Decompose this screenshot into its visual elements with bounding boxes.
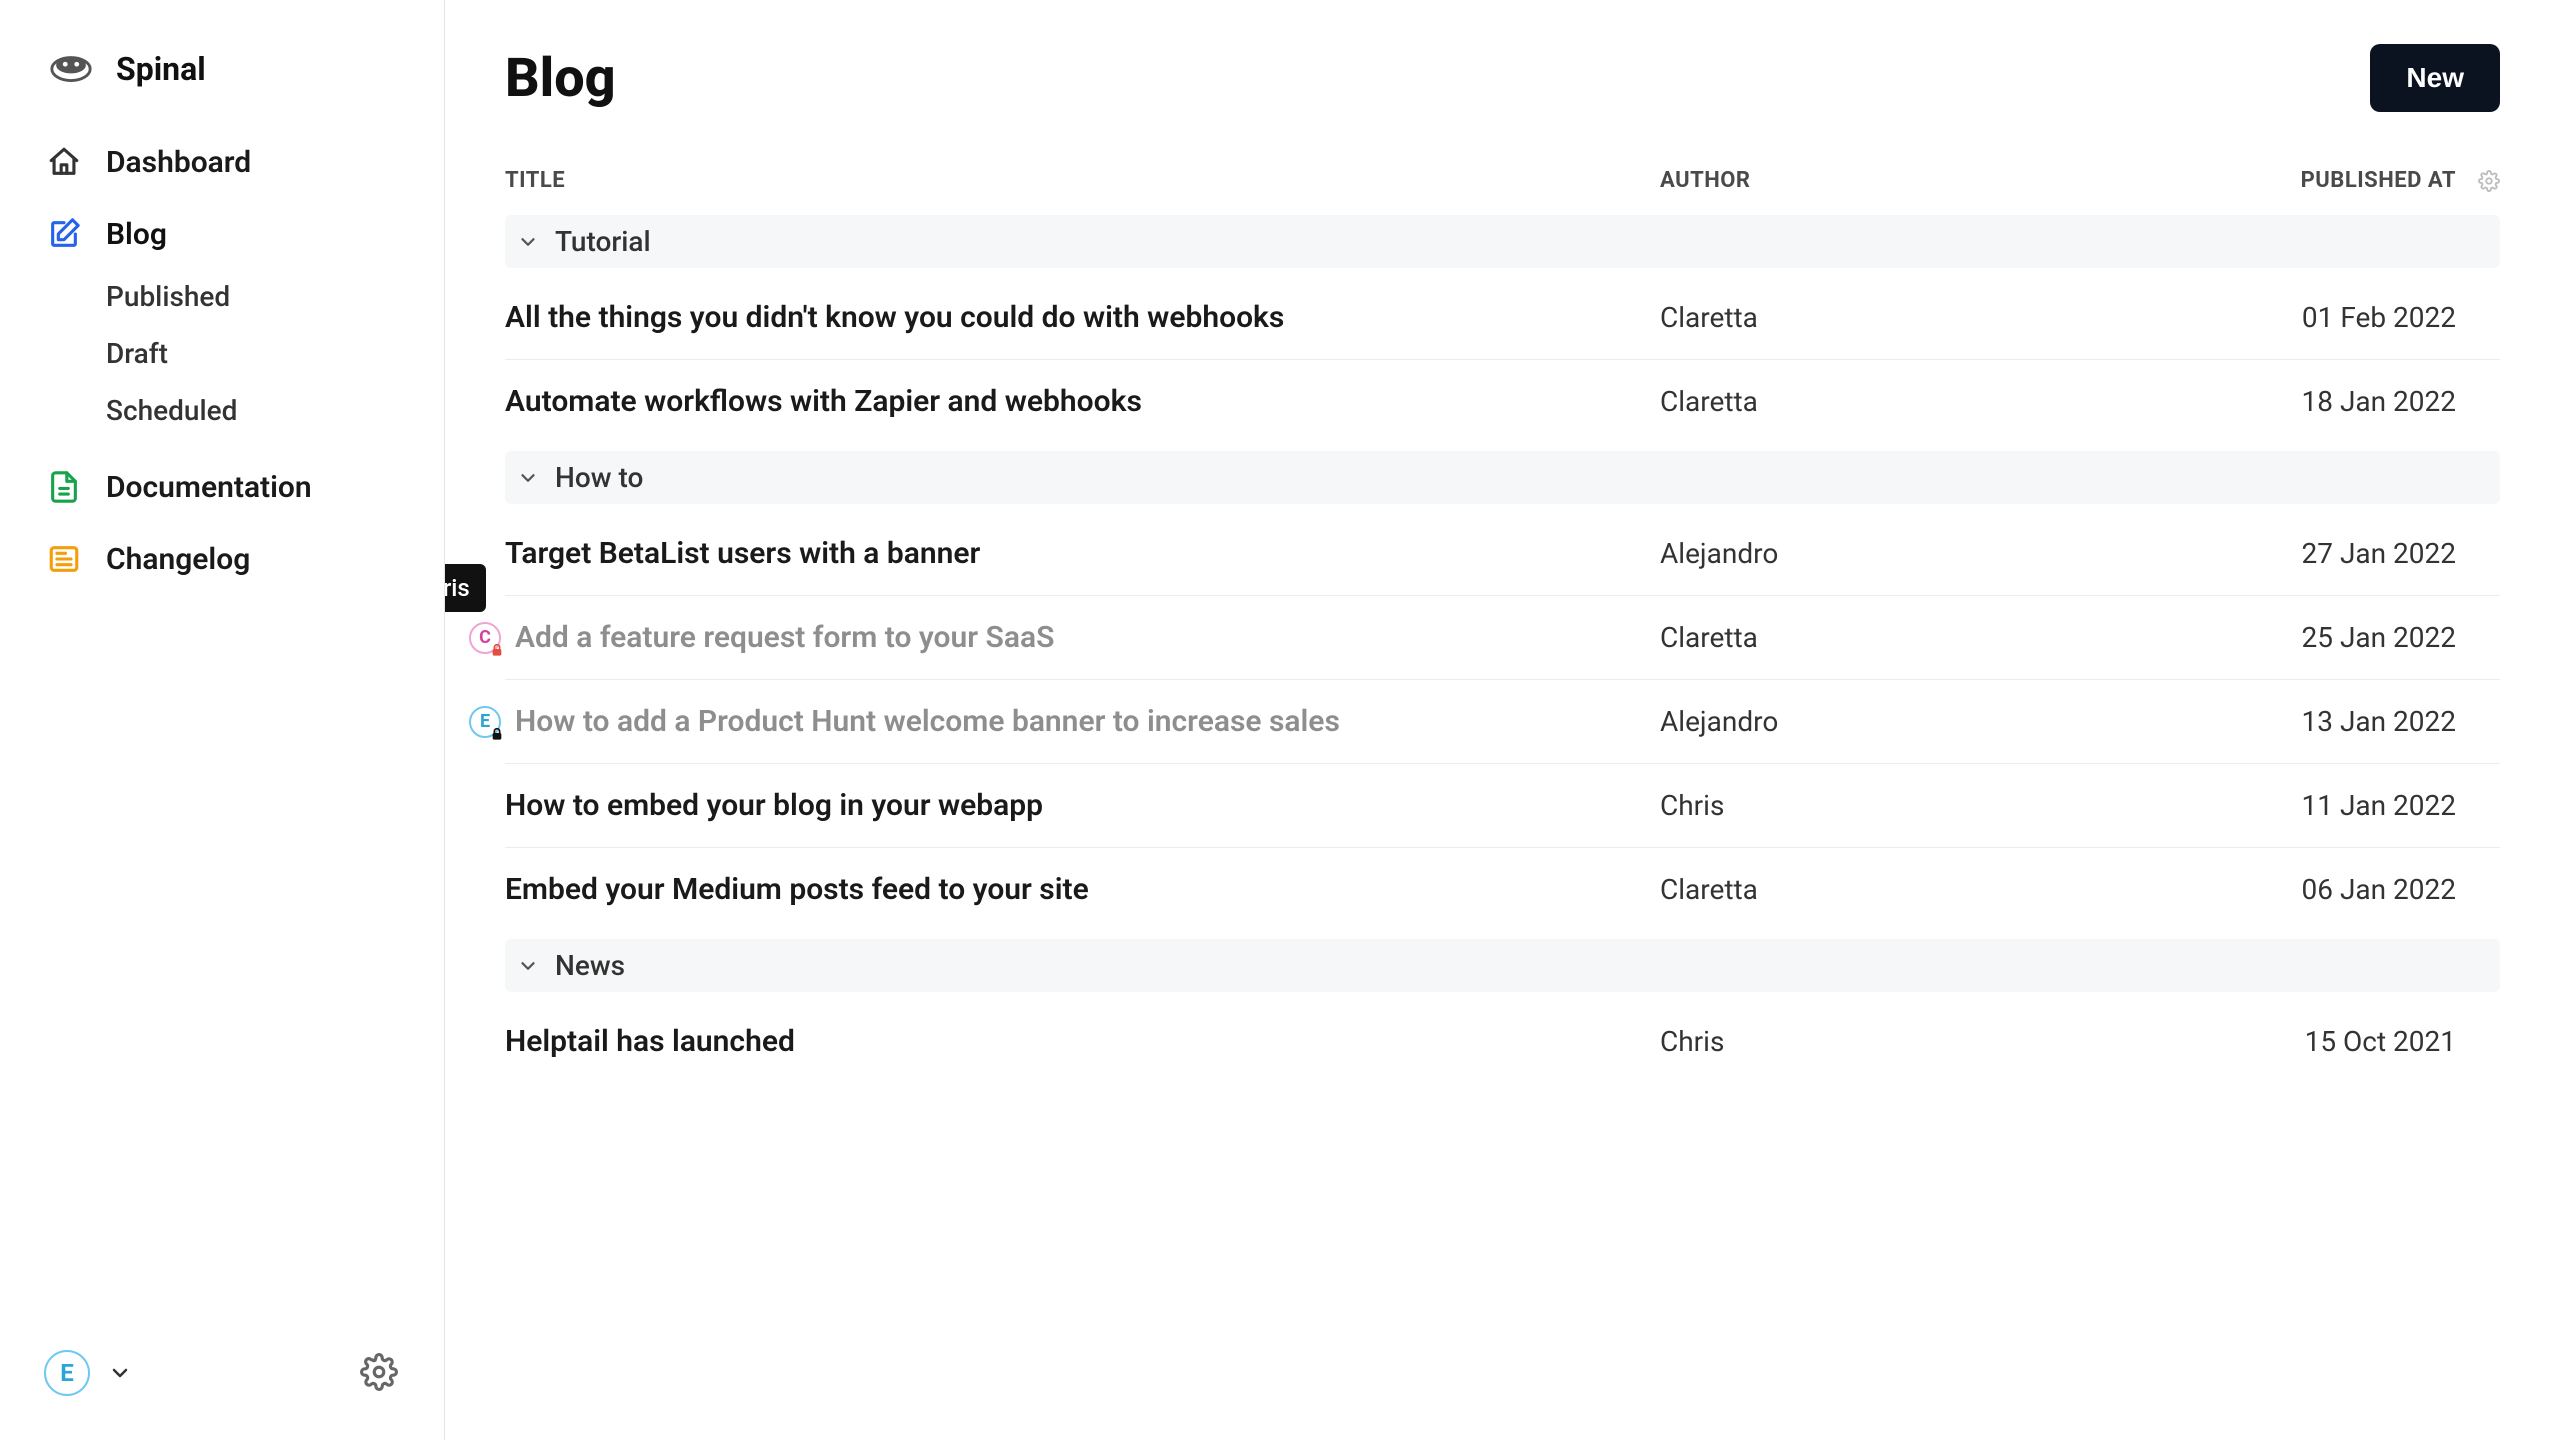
- avatar: E: [44, 1350, 90, 1396]
- nav-item-dashboard[interactable]: Dashboard: [46, 138, 444, 186]
- row-date: 11 Jan 2022: [2080, 789, 2460, 822]
- page-header: Blog New: [505, 44, 2500, 112]
- th-published: PUBLISHED AT: [2080, 168, 2460, 193]
- row-author: Alejandro: [1660, 537, 2080, 570]
- page-title: Blog: [505, 47, 616, 110]
- table-settings-button[interactable]: [2460, 170, 2500, 192]
- row-author: Chris: [1660, 789, 2080, 822]
- nav-label: Documentation: [106, 470, 312, 505]
- table-row[interactable]: EHow to add a Product Hunt welcome banne…: [505, 680, 2500, 764]
- group-rows: Helptail has launched Chris15 Oct 2021: [505, 1000, 2500, 1083]
- row-title-text: Embed your Medium posts feed to your sit…: [505, 872, 1089, 907]
- nav-sub-scheduled[interactable]: Scheduled: [106, 390, 444, 431]
- table-row[interactable]: Helptail has launched Chris15 Oct 2021: [505, 1000, 2500, 1083]
- group-name: How to: [555, 461, 643, 494]
- nav-label: Dashboard: [106, 145, 251, 180]
- nav-sub-draft[interactable]: Draft: [106, 333, 444, 374]
- lock-avatar-badge: E: [469, 706, 501, 738]
- settings-button[interactable]: [360, 1353, 400, 1393]
- row-title-text: Helptail has launched: [505, 1024, 795, 1059]
- nav-item-changelog[interactable]: Changelog: [46, 535, 444, 583]
- table-row[interactable]: Automate workflows with Zapier and webho…: [505, 360, 2500, 443]
- row-author: Claretta: [1660, 385, 2080, 418]
- row-title: Automate workflows with Zapier and webho…: [505, 384, 1660, 419]
- th-author: AUTHOR: [1660, 168, 2080, 193]
- row-date: 27 Jan 2022: [2080, 537, 2460, 570]
- user-menu[interactable]: E: [44, 1350, 132, 1396]
- group-header[interactable]: News: [505, 939, 2500, 992]
- chevron-down-icon: [108, 1361, 132, 1385]
- row-title: CLocked by ChrisAdd a feature request fo…: [505, 620, 1660, 655]
- group-rows: All the things you didn't know you could…: [505, 276, 2500, 443]
- row-title-text: All the things you didn't know you could…: [505, 300, 1284, 335]
- nav-item-documentation[interactable]: Documentation: [46, 463, 444, 511]
- row-date: 15 Oct 2021: [2080, 1025, 2460, 1058]
- sidebar: Spinal Dashboard Blog Published Draft Sc…: [0, 0, 445, 1440]
- th-title: TITLE: [505, 168, 1660, 193]
- nav-label: Blog: [106, 217, 167, 252]
- file-icon: [46, 469, 82, 505]
- row-author: Claretta: [1660, 621, 2080, 654]
- row-title-text: Add a feature request form to your SaaS: [515, 620, 1054, 655]
- table-row[interactable]: How to embed your blog in your webapp Chr…: [505, 764, 2500, 848]
- newspaper-icon: [46, 541, 82, 577]
- nav-sub-published[interactable]: Published: [106, 276, 444, 317]
- group-rows: Target BetaList users with a banner Aleja…: [505, 512, 2500, 931]
- main: Blog New TITLE AUTHOR PUBLISHED AT Tutor…: [445, 0, 2560, 1440]
- row-title-text: How to embed your blog in your webapp: [505, 788, 1043, 823]
- nav-item-blog[interactable]: Blog: [46, 210, 444, 258]
- edit-icon: [46, 216, 82, 252]
- table-row[interactable]: Target BetaList users with a banner Aleja…: [505, 512, 2500, 596]
- nav-label: Changelog: [106, 542, 250, 577]
- row-date: 18 Jan 2022: [2080, 385, 2460, 418]
- row-title: All the things you didn't know you could…: [505, 300, 1660, 335]
- group: News Helptail has launched Chris15 Oct 202…: [505, 939, 2500, 1083]
- chevron-down-icon: [517, 231, 539, 253]
- home-icon: [46, 144, 82, 180]
- groups-container: Tutorial All the things you didn't know y…: [505, 215, 2500, 1083]
- brand-name: Spinal: [116, 50, 206, 88]
- lock-tooltip: Locked by Chris: [445, 564, 486, 612]
- row-author: Alejandro: [1660, 705, 2080, 738]
- lock-avatar-badge: C: [469, 622, 501, 654]
- group-header[interactable]: How to: [505, 451, 2500, 504]
- brand: Spinal: [0, 44, 444, 138]
- row-title-text: Target BetaList users with a banner: [505, 536, 980, 571]
- lock-icon: [489, 726, 505, 742]
- table-row[interactable]: All the things you didn't know you could…: [505, 276, 2500, 360]
- row-author: Claretta: [1660, 873, 2080, 906]
- chevron-down-icon: [517, 955, 539, 977]
- new-button[interactable]: New: [2370, 44, 2500, 112]
- row-title: Target BetaList users with a banner: [505, 536, 1660, 571]
- table-header: TITLE AUTHOR PUBLISHED AT: [505, 168, 2500, 207]
- nav-sub-blog: Published Draft Scheduled: [46, 276, 444, 431]
- table-row[interactable]: CLocked by ChrisAdd a feature request fo…: [505, 596, 2500, 680]
- group: Tutorial All the things you didn't know y…: [505, 215, 2500, 443]
- row-title: Helptail has launched: [505, 1024, 1660, 1059]
- row-title-text: Automate workflows with Zapier and webho…: [505, 384, 1142, 419]
- nav: Dashboard Blog Published Draft Scheduled…: [0, 138, 444, 583]
- row-title: How to embed your blog in your webapp: [505, 788, 1660, 823]
- group: How to Target BetaList users with a banne…: [505, 451, 2500, 931]
- brand-logo-icon: [46, 44, 96, 94]
- row-date: 25 Jan 2022: [2080, 621, 2460, 654]
- row-title: EHow to add a Product Hunt welcome banne…: [505, 704, 1660, 739]
- table-row[interactable]: Embed your Medium posts feed to your sit…: [505, 848, 2500, 931]
- sidebar-footer: E: [0, 1350, 444, 1440]
- row-date: 13 Jan 2022: [2080, 705, 2460, 738]
- row-author: Claretta: [1660, 301, 2080, 334]
- row-date: 06 Jan 2022: [2080, 873, 2460, 906]
- group-name: Tutorial: [555, 225, 651, 258]
- group-name: News: [555, 949, 625, 982]
- group-header[interactable]: Tutorial: [505, 215, 2500, 268]
- row-title-text: How to add a Product Hunt welcome banner…: [515, 704, 1340, 739]
- chevron-down-icon: [517, 467, 539, 489]
- row-title: Embed your Medium posts feed to your sit…: [505, 872, 1660, 907]
- row-author: Chris: [1660, 1025, 2080, 1058]
- lock-icon: [489, 642, 505, 658]
- row-date: 01 Feb 2022: [2080, 301, 2460, 334]
